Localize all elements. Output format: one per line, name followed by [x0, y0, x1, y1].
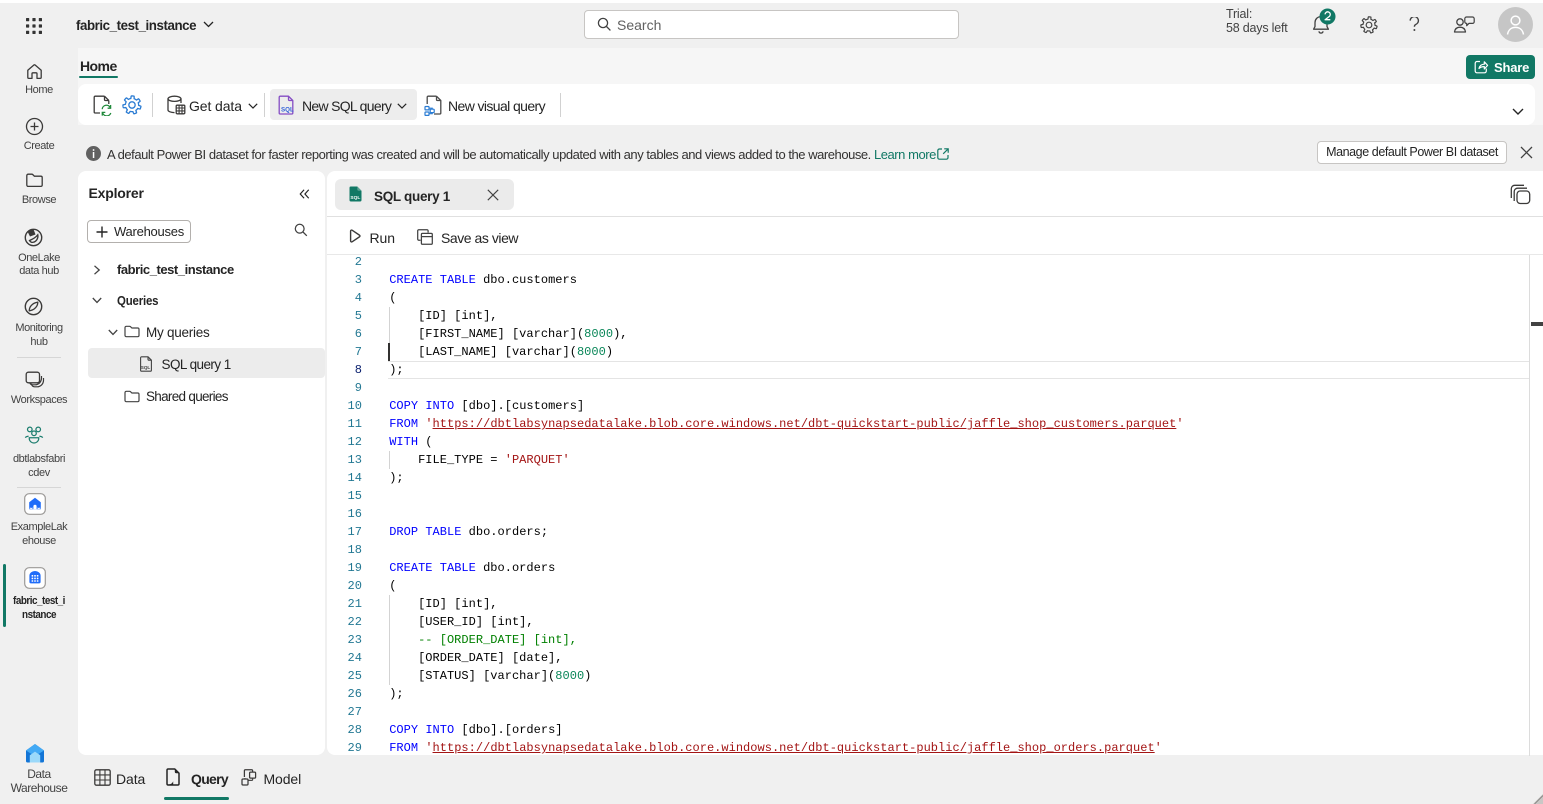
svg-text:SQL: SQL — [281, 106, 294, 113]
svg-text:SQL: SQL — [141, 365, 151, 370]
svg-text:SQL: SQL — [350, 195, 360, 201]
